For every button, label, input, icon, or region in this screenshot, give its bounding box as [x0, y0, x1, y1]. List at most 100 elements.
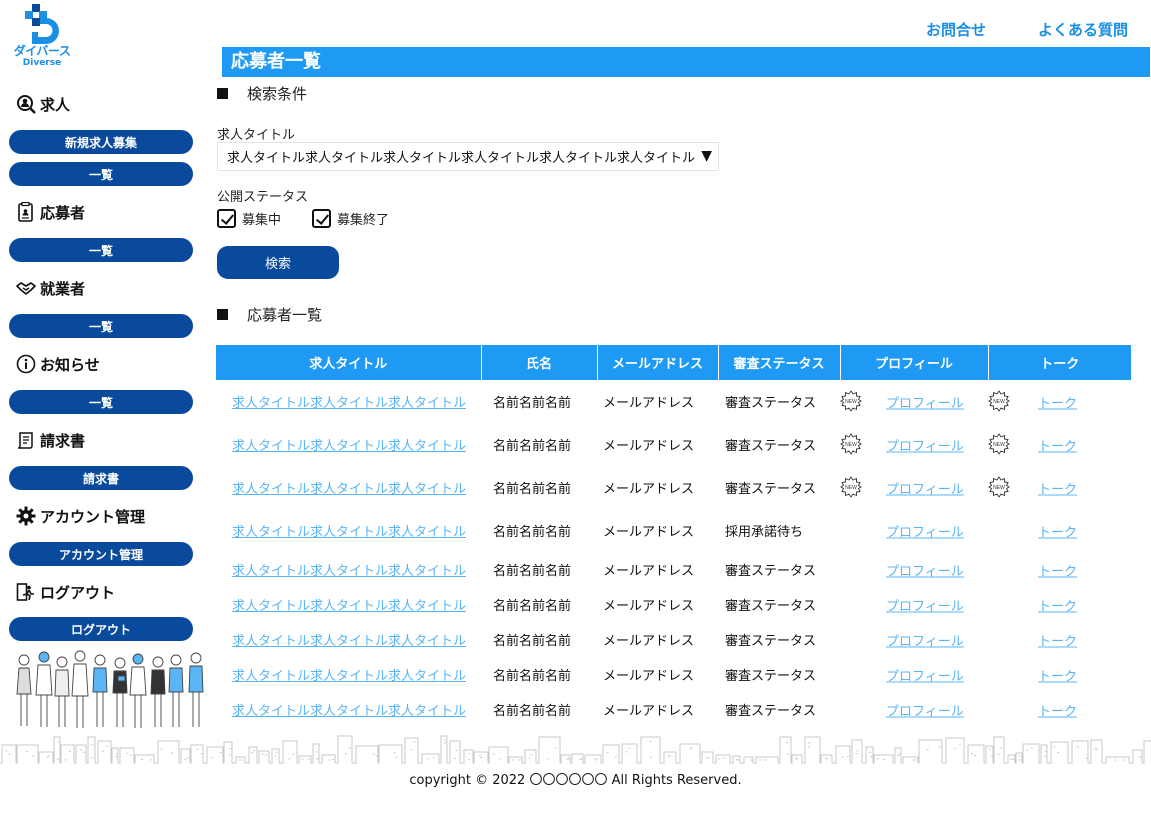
new-badge-text: NEW	[993, 399, 1005, 405]
profile-link[interactable]: プロフィール	[886, 560, 964, 579]
job-title-link[interactable]: 求人タイトル求人タイトル求人タイトル	[232, 482, 466, 497]
job-title-value: 求人タイトル求人タイトル求人タイトル求人タイトル求人タイトル求人タイトル	[227, 151, 696, 166]
profile-link[interactable]: プロフィール	[886, 665, 964, 684]
name-cell: 名前名前名前	[493, 669, 572, 684]
job-title-link[interactable]: 求人タイトル求人タイトル求人タイトル	[232, 564, 466, 579]
talk-cell: トーク	[988, 552, 1131, 587]
profile-link[interactable]: プロフィール	[886, 595, 964, 614]
name-cell: 名前名前名前	[493, 482, 572, 497]
contact-link[interactable]: お問合せ	[926, 19, 986, 40]
nav-head-label: 求人	[40, 95, 71, 114]
applicant-table: 求人タイトル 氏名 メールアドレス 審査ステータス プロフィール トーク 求人タ…	[216, 345, 1131, 727]
notice-list-button[interactable]: 一覧	[9, 390, 193, 414]
nav-head-account: アカウント管理	[16, 504, 145, 528]
square-bullet-icon	[217, 88, 228, 99]
nav-head-notices: お知らせ	[16, 352, 100, 376]
job-title-link[interactable]: 求人タイトル求人タイトル求人タイトル	[232, 525, 466, 540]
profile-link[interactable]: プロフィール	[886, 435, 964, 454]
account-button[interactable]: アカウント管理	[9, 542, 193, 566]
profile-cell: プロフィール	[840, 552, 988, 587]
logo[interactable]: ダイバース Diverse	[12, 4, 72, 72]
talk-link[interactable]: トーク	[1038, 700, 1077, 719]
logout-button[interactable]: ログアウト	[9, 617, 193, 641]
new-job-button[interactable]: 新規求人募集	[9, 130, 193, 154]
talk-link[interactable]: トーク	[1038, 630, 1077, 649]
new-badge-text: NEW	[993, 485, 1005, 491]
name-cell: 名前名前名前	[493, 599, 572, 614]
talk-link[interactable]: トーク	[1038, 595, 1077, 614]
diverse-logo-icon	[22, 4, 62, 44]
profile-link[interactable]: プロフィール	[886, 392, 964, 411]
job-title-link[interactable]: 求人タイトル求人タイトル求人タイトル	[232, 599, 466, 614]
nav-head-label: 応募者	[40, 203, 86, 222]
table-row: 求人タイトル求人タイトル求人タイトル 名前名前名前 メールアドレス 審査ステータス プロ…	[216, 657, 1131, 692]
table-row: 求人タイトル求人タイトル求人タイトル 名前名前名前 メールアドレス 審査ステータス NE…	[216, 380, 1131, 423]
talk-cell: NEW トーク	[988, 466, 1131, 509]
sidebar: ダイバース Diverse 求人 新規求人募集 一覧 応募者 一覧 就業者 一覧…	[0, 0, 205, 730]
profile-link[interactable]: プロフィール	[886, 478, 964, 497]
worker-list-button[interactable]: 一覧	[9, 314, 193, 338]
applicant-list-button[interactable]: 一覧	[9, 238, 193, 262]
status-cell: 審査ステータス	[725, 634, 817, 649]
checkbox-closed[interactable]: 募集終了	[312, 209, 389, 228]
skyline-outline	[0, 735, 1151, 764]
new-badge-text: NEW	[993, 442, 1005, 448]
talk-link[interactable]: トーク	[1038, 521, 1077, 540]
email-cell: メールアドレス	[603, 669, 695, 684]
job-list-button[interactable]: 一覧	[9, 162, 193, 186]
talk-cell: NEW トーク	[988, 423, 1131, 466]
search-button[interactable]: 検索	[217, 246, 339, 279]
profile-link[interactable]: プロフィール	[886, 521, 964, 540]
job-title-cell: 求人タイトル求人タイトル求人タイトル	[216, 380, 481, 423]
nav-head-label: お知らせ	[40, 355, 100, 374]
profile-cell: NEW プロフィール	[840, 380, 988, 423]
talk-link[interactable]: トーク	[1038, 392, 1077, 411]
square-bullet-icon	[217, 309, 228, 320]
job-title-link[interactable]: 求人タイトル求人タイトル求人タイトル	[232, 439, 466, 454]
profile-cell: NEW プロフィール	[840, 466, 988, 509]
profile-cell: プロフィール	[840, 657, 988, 692]
checkbox-checked-icon	[217, 209, 236, 228]
profile-link[interactable]: プロフィール	[886, 700, 964, 719]
new-badge-icon: NEW	[988, 475, 1010, 498]
brand-sub: Diverse	[22, 58, 62, 68]
job-title-cell: 求人タイトル求人タイトル求人タイトル	[216, 657, 481, 692]
status-cell: 審査ステータス	[725, 396, 817, 411]
new-badge-text: NEW	[845, 485, 857, 491]
email-cell: メールアドレス	[603, 396, 695, 411]
checkbox-recruiting[interactable]: 募集中	[217, 209, 281, 228]
talk-link[interactable]: トーク	[1038, 435, 1077, 454]
new-badge-text: NEW	[845, 399, 857, 405]
talk-link[interactable]: トーク	[1038, 665, 1077, 684]
profile-cell: NEW プロフィール	[840, 423, 988, 466]
profile-link[interactable]: プロフィール	[886, 630, 964, 649]
table-row: 求人タイトル求人タイトル求人タイトル 名前名前名前 メールアドレス 審査ステータス プロ…	[216, 692, 1131, 727]
status-label: 公開ステータス	[217, 190, 309, 205]
job-title-link[interactable]: 求人タイトル求人タイトル求人タイトル	[232, 704, 466, 719]
email-cell: メールアドレス	[603, 525, 695, 540]
column-header: メールアドレス	[597, 345, 719, 380]
job-title-link[interactable]: 求人タイトル求人タイトル求人タイトル	[232, 634, 466, 649]
job-title-cell: 求人タイトル求人タイトル求人タイトル	[216, 587, 481, 622]
status-cell: 審査ステータス	[725, 439, 817, 454]
list-heading: 応募者一覧	[217, 304, 322, 325]
talk-link[interactable]: トーク	[1038, 560, 1077, 579]
invoice-icon	[16, 430, 36, 450]
job-title-link[interactable]: 求人タイトル求人タイトル求人タイトル	[232, 396, 466, 411]
nav-head-jobs: 求人	[16, 92, 70, 116]
new-badge-icon: NEW	[988, 389, 1010, 412]
job-title-select[interactable]: 求人タイトル求人タイトル求人タイトル求人タイトル求人タイトル求人タイトル ▼	[217, 142, 719, 171]
new-badge-icon: NEW	[840, 432, 862, 455]
search-person-icon	[16, 94, 36, 114]
job-title-link[interactable]: 求人タイトル求人タイトル求人タイトル	[232, 669, 466, 684]
faq-link[interactable]: よくある質問	[1038, 19, 1128, 40]
dropdown-arrow-icon: ▼	[701, 148, 712, 164]
job-title-label: 求人タイトル	[217, 128, 296, 143]
nav-head-invoices: 請求書	[16, 428, 85, 452]
talk-cell: NEW トーク	[988, 380, 1131, 423]
checkbox-label: 募集終了	[337, 213, 390, 228]
invoice-button[interactable]: 請求書	[9, 466, 193, 490]
talk-link[interactable]: トーク	[1038, 478, 1077, 497]
table-header-row: 求人タイトル 氏名 メールアドレス 審査ステータス プロフィール トーク	[216, 345, 1131, 380]
new-badge-icon: NEW	[840, 389, 862, 412]
